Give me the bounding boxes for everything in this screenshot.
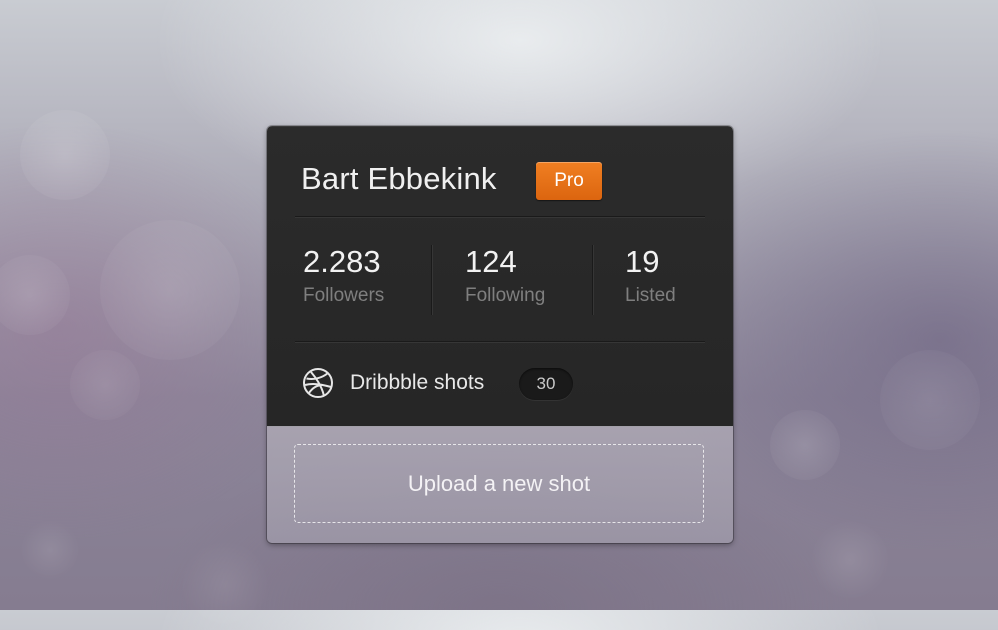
dribbble-icon — [302, 367, 334, 399]
bokeh-light — [20, 520, 80, 580]
divider — [295, 341, 705, 342]
stat-label: Followers — [303, 285, 385, 306]
bokeh-light — [0, 255, 70, 335]
divider — [295, 216, 705, 217]
upload-dropzone[interactable]: Upload a new shot — [294, 444, 704, 523]
stat-value: 19 — [625, 244, 660, 279]
bokeh-light — [810, 520, 890, 600]
bokeh-light — [180, 540, 270, 630]
stat-label: Listed — [625, 285, 676, 306]
stat-followers[interactable]: 2.283 Followers — [303, 245, 384, 307]
bokeh-light — [770, 410, 840, 480]
bokeh-light — [70, 350, 140, 420]
stat-value: 2.283 — [303, 244, 381, 279]
stat-value: 124 — [465, 244, 517, 279]
pro-badge: Pro — [536, 162, 602, 200]
upload-panel: Upload a new shot — [267, 426, 733, 543]
dribbble-shots-label[interactable]: Dribbble shots — [350, 371, 484, 395]
bokeh-light — [20, 110, 110, 200]
profile-card-header: Bart Ebbekink Pro 2.283 Followers 124 Fo… — [267, 126, 733, 427]
bokeh-light — [880, 350, 980, 450]
upload-label: Upload a new shot — [407, 470, 591, 496]
stat-separator — [431, 245, 432, 315]
stat-separator — [592, 245, 593, 315]
stat-listed[interactable]: 19 Listed — [625, 245, 676, 307]
stat-following[interactable]: 124 Following — [465, 245, 545, 307]
bokeh-light — [100, 220, 240, 360]
profile-card: Bart Ebbekink Pro 2.283 Followers 124 Fo… — [267, 126, 733, 543]
stat-label: Following — [465, 285, 546, 306]
profile-name: Bart Ebbekink — [301, 161, 497, 196]
shots-count-badge: 30 — [519, 368, 573, 400]
